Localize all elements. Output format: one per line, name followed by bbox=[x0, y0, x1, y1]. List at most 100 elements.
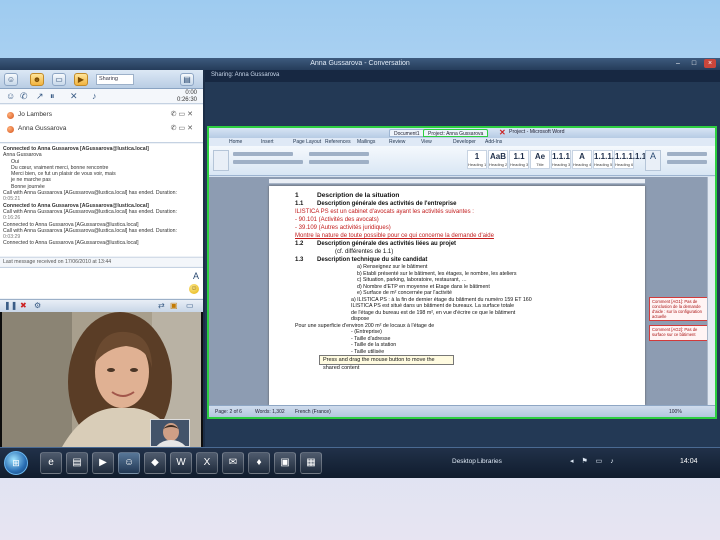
fullscreen-icon[interactable]: ▣ bbox=[170, 301, 178, 311]
word-doc-tab[interactable]: Document1 bbox=[389, 129, 425, 137]
close-button[interactable]: × bbox=[704, 59, 716, 68]
invite-icon[interactable]: ☺ bbox=[4, 73, 18, 86]
app-taskbar-icon[interactable]: ♦ bbox=[248, 452, 270, 474]
document-page[interactable]: 1 Description de la situation 1.1 Descripti… bbox=[269, 186, 645, 405]
document-text: Montre la nature de toute possible pour … bbox=[295, 233, 494, 239]
font-icon[interactable]: A bbox=[193, 271, 199, 281]
section-number: 1.2 bbox=[295, 241, 304, 247]
app-taskbar-icon[interactable]: ▣ bbox=[274, 452, 296, 474]
word-status-bar: Page: 2 of 6 Words: 1,302 French (France… bbox=[209, 405, 715, 417]
media-taskbar-icon[interactable]: ▶ bbox=[92, 452, 114, 474]
document-line: 1.1 Description générale des activités de… bbox=[295, 200, 631, 208]
style-swatch[interactable]: 1 Heading 1 bbox=[467, 150, 487, 169]
participant-item[interactable]: Jo Lambers ✆▭✕ bbox=[4, 110, 199, 121]
options-icon[interactable]: ▤ bbox=[180, 73, 194, 86]
ribbon-tab[interactable]: Mailings bbox=[357, 138, 375, 146]
ie-taskbar-icon[interactable]: e bbox=[40, 452, 62, 474]
explorer-taskbar-icon[interactable]: ▤ bbox=[66, 452, 88, 474]
ribbon-tab[interactable]: Developer bbox=[453, 138, 476, 146]
system-tray-icons[interactable]: ◂ ⚑ ▭ ♪ bbox=[570, 457, 617, 465]
share-screen-icon[interactable]: ▭ bbox=[52, 73, 66, 86]
ribbon-tab[interactable]: Add-Ins bbox=[485, 138, 502, 146]
start-button[interactable]: ⊞ bbox=[4, 451, 28, 475]
document-line: ILISTICA PS est un cabinet d'avocats aya… bbox=[295, 208, 631, 216]
pause-video-icon[interactable]: ❚❚ bbox=[4, 301, 17, 311]
style-swatch[interactable]: 1.1.1 Heading 3 bbox=[551, 150, 571, 169]
windows-logo-icon: ⊞ bbox=[12, 458, 20, 468]
style-swatch[interactable]: A Heading 4 bbox=[572, 150, 592, 169]
swap-video-icon[interactable]: ⇄ bbox=[158, 301, 165, 311]
style-name: Heading 3 bbox=[552, 162, 570, 167]
maximize-button[interactable]: □ bbox=[688, 59, 700, 68]
style-swatch[interactable]: 1.1.1.1 Heading 5 bbox=[593, 150, 618, 169]
style-sample: A bbox=[579, 152, 585, 161]
contacts-icon[interactable]: ☻ bbox=[30, 73, 44, 86]
word-doc-title: Project - Microsoft Word bbox=[509, 129, 565, 135]
style-swatch[interactable]: Ae Title bbox=[530, 150, 550, 169]
app-taskbar-icon[interactable]: ▦ bbox=[300, 452, 322, 474]
word-taskbar-icon[interactable]: W bbox=[170, 452, 192, 474]
end-call-icon[interactable]: ✕ bbox=[70, 91, 78, 102]
conversation-subtoolbar: ☺ ✆ ↗ ⏸ ✕ ♪ 0:00 0:26:30 bbox=[0, 89, 203, 104]
vertical-scrollbar[interactable] bbox=[707, 177, 715, 405]
style-name: Heading 3 bbox=[510, 162, 528, 167]
style-name: Heading 5 bbox=[594, 162, 612, 167]
document-text: - 90.101 (Activités des avocats) bbox=[295, 217, 379, 223]
section-number: 1.1 bbox=[295, 201, 304, 207]
ribbon-tab[interactable]: Home bbox=[229, 138, 242, 146]
ribbon-tab[interactable]: References bbox=[325, 138, 351, 146]
word-doc-tab[interactable]: Project: Anna Gussarova bbox=[423, 129, 489, 137]
hold-icon[interactable]: ⏸ bbox=[50, 91, 55, 102]
ribbon-tab[interactable]: View bbox=[421, 138, 432, 146]
outlook-taskbar-icon[interactable]: ✉ bbox=[222, 452, 244, 474]
document-text: ILISTICA PS est un cabinet d'avocats aya… bbox=[295, 209, 474, 215]
participant-name: Anna Gussarova bbox=[18, 125, 67, 132]
volume-icon[interactable]: ♪ bbox=[92, 91, 97, 102]
video-icon[interactable]: ▶ bbox=[74, 73, 88, 86]
people-icon[interactable]: ☺ bbox=[6, 91, 15, 102]
style-swatch[interactable]: 1.1.1.1.1 Heading 6 bbox=[614, 150, 646, 169]
stop-video-icon[interactable]: ✖ bbox=[20, 301, 27, 311]
alignment-controls[interactable] bbox=[309, 160, 369, 164]
emoticon-icon[interactable]: ☺ bbox=[189, 284, 199, 294]
shared-region-frame[interactable]: Document1 Project: Anna Gussarova ✕ Proj… bbox=[207, 126, 717, 419]
excel-taskbar-icon[interactable]: X bbox=[196, 452, 218, 474]
style-name: Heading 1 bbox=[468, 162, 486, 167]
minimize-button[interactable]: – bbox=[672, 59, 684, 68]
video-area bbox=[0, 312, 203, 447]
style-swatch[interactable]: AaB Heading 2 bbox=[488, 150, 508, 169]
self-view-video[interactable] bbox=[150, 419, 190, 447]
change-styles-icon[interactable]: A bbox=[645, 150, 661, 171]
ribbon-tab[interactable]: Insert bbox=[261, 138, 274, 146]
document-text: (cf. différentes de 1.1) bbox=[335, 249, 394, 255]
presence-icon bbox=[7, 126, 14, 133]
style-name: Heading 4 bbox=[573, 162, 591, 167]
clock[interactable]: 14:04 bbox=[680, 458, 698, 465]
format-controls[interactable] bbox=[233, 160, 303, 164]
sharing-dropdown[interactable]: Sharing bbox=[96, 74, 134, 85]
comment-balloon[interactable]: Comment [AG1]: Pas de conclusion de la d… bbox=[649, 297, 711, 321]
find-controls[interactable] bbox=[667, 152, 707, 156]
app-taskbar-icon[interactable]: ◆ bbox=[144, 452, 166, 474]
close-share-icon[interactable]: ✕ bbox=[499, 128, 506, 137]
communicator-taskbar-icon[interactable]: ☺ bbox=[118, 452, 140, 474]
style-swatch[interactable]: 1.1 Heading 3 bbox=[509, 150, 529, 169]
participant-media-icons: ✆▭✕ bbox=[170, 111, 195, 118]
arrow-icon[interactable]: ↗ bbox=[36, 91, 44, 102]
libraries-toolbar-label[interactable]: Libraries bbox=[477, 458, 502, 465]
comment-balloon[interactable]: Comment [AG2]: Pas de surface sur ce bât… bbox=[649, 325, 711, 341]
ribbon-tab[interactable]: Review bbox=[389, 138, 405, 146]
participant-item[interactable]: Anna Gussarova ✆▭✕ bbox=[4, 124, 199, 135]
camera-settings-icon[interactable]: ⚙ bbox=[34, 301, 41, 311]
phone-icon[interactable]: ✆ bbox=[20, 91, 28, 102]
self-view-frame bbox=[151, 420, 189, 446]
document-text: - Taille utilisée bbox=[351, 348, 385, 355]
popout-icon[interactable]: ▭ bbox=[186, 301, 194, 311]
font-controls[interactable] bbox=[233, 152, 293, 156]
desktop-toolbar-label[interactable]: Desktop bbox=[452, 458, 476, 465]
message-input[interactable]: A ☺ bbox=[0, 267, 203, 298]
paste-icon[interactable] bbox=[213, 150, 229, 171]
paragraph-controls[interactable] bbox=[309, 152, 369, 156]
ribbon-tab[interactable]: Page Layout bbox=[293, 138, 321, 146]
replace-controls[interactable] bbox=[667, 160, 707, 164]
